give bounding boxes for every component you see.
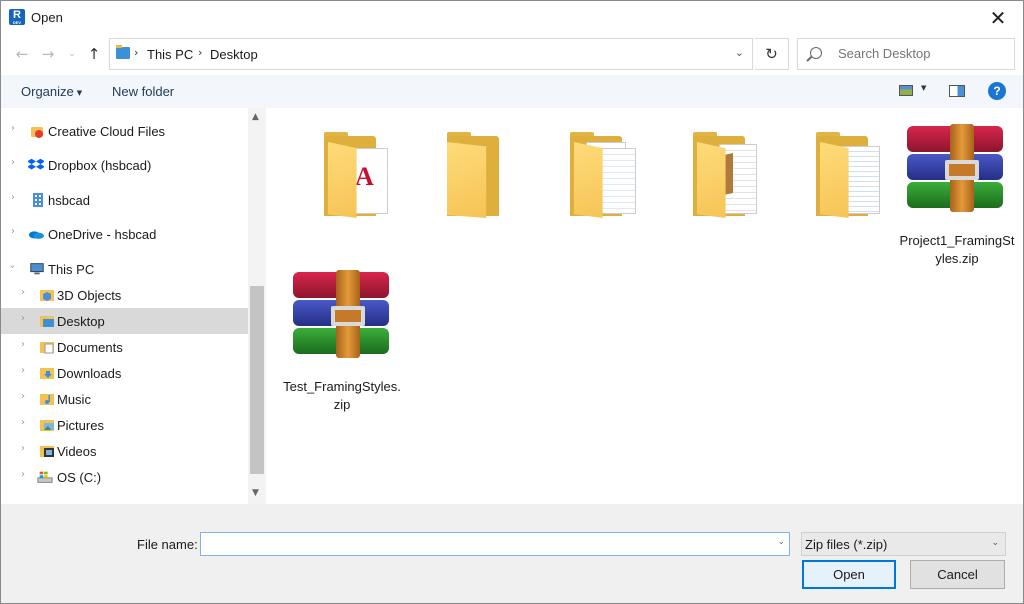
recent-locations-chevron-icon[interactable]: ⌄	[63, 44, 81, 64]
folder-item[interactable]: A	[289, 116, 407, 256]
tree-item-onedrive[interactable]: › OneDrive - hsbcad	[1, 221, 248, 247]
chevron-right-icon[interactable]: ›	[21, 443, 25, 454]
file-name-input[interactable]	[205, 536, 765, 552]
downloads-icon	[40, 368, 54, 379]
scroll-up-icon[interactable]: ▲	[252, 112, 259, 122]
address-bar[interactable]: › This PC › Desktop ⌄	[109, 38, 753, 70]
tree-item-desktop[interactable]: › Desktop	[1, 308, 248, 334]
nav-pane-scrollbar[interactable]: ▲ ▼	[248, 108, 266, 504]
tree-item-dropbox[interactable]: › Dropbox (hsbcad)	[1, 152, 248, 178]
chevron-right-icon[interactable]: ›	[21, 469, 25, 480]
music-icon	[40, 394, 54, 405]
drive-icon	[37, 471, 53, 483]
caret-down-icon: ▼	[76, 88, 83, 97]
videos-icon	[40, 446, 54, 457]
preview-pane-icon[interactable]	[949, 85, 965, 97]
window-title: Open	[31, 10, 63, 25]
building-icon	[33, 193, 43, 207]
open-file-dialog: R DEV Open ✕ ← → ⌄ ↑ › This PC › Desktop …	[0, 0, 1024, 604]
3d-objects-icon	[40, 290, 54, 301]
folder-icon	[429, 128, 513, 224]
refresh-button[interactable]: ↻	[755, 38, 789, 70]
open-button[interactable]: Open	[802, 560, 896, 589]
forward-arrow-icon[interactable]: →	[39, 44, 57, 64]
desktop-icon	[40, 316, 54, 327]
onedrive-icon	[28, 231, 44, 239]
dropbox-icon	[28, 158, 44, 170]
folder-item[interactable]	[658, 116, 776, 256]
scrollbar-thumb[interactable]	[250, 286, 264, 474]
chevron-down-icon[interactable]: ⌄	[735, 46, 744, 59]
folder-icon	[552, 128, 636, 224]
pictures-icon	[40, 420, 54, 431]
navigation-bar: ← → ⌄ ↑ › This PC › Desktop ⌄ ↻	[1, 35, 1023, 75]
chevron-down-icon[interactable]: ⌄	[777, 537, 785, 547]
organize-button[interactable]: Organize ▼	[21, 84, 82, 99]
refresh-icon: ↻	[765, 45, 778, 63]
folder-icon	[675, 128, 759, 224]
title-bar: R DEV Open ✕	[1, 1, 1023, 35]
folder-icon	[798, 128, 882, 224]
help-icon[interactable]: ?	[988, 82, 1006, 100]
documents-icon	[40, 342, 54, 354]
app-icon: R DEV	[9, 9, 25, 25]
zip-file-item[interactable]: Test_FramingStyles.zip	[283, 262, 401, 412]
tree-item-os-c[interactable]: › OS (C:)	[1, 464, 248, 490]
tree-item-hsbcad[interactable]: › hsbcad	[1, 187, 248, 213]
breadcrumb-desktop[interactable]: Desktop	[210, 47, 258, 62]
cancel-button[interactable]: Cancel	[910, 560, 1005, 589]
dialog-footer: File name: ⌄ Zip files (*.zip) ⌄ Open Ca…	[1, 504, 1023, 603]
chevron-right-icon[interactable]: ›	[11, 226, 15, 237]
command-bar: Organize ▼ New folder ▼ ?	[1, 75, 1023, 108]
back-arrow-icon[interactable]: ←	[13, 44, 31, 64]
folder-item[interactable]	[781, 116, 899, 256]
search-input[interactable]	[838, 46, 1008, 61]
chevron-down-icon: ⌄	[991, 538, 999, 548]
chevron-right-icon[interactable]: ›	[134, 46, 138, 59]
folder-item[interactable]	[535, 116, 653, 256]
chevron-right-icon[interactable]: ›	[21, 391, 25, 402]
tree-item-pictures[interactable]: › Pictures	[1, 412, 248, 438]
folder-icon: A	[306, 128, 390, 224]
chevron-right-icon[interactable]: ›	[21, 287, 25, 298]
file-type-select[interactable]: Zip files (*.zip) ⌄	[801, 532, 1006, 556]
chevron-right-icon[interactable]: ›	[11, 192, 15, 203]
chevron-right-icon[interactable]: ›	[198, 46, 202, 59]
caret-down-icon[interactable]: ▼	[921, 84, 926, 92]
file-list: A Project1_FramingStyles.zip Test_Framin…	[266, 108, 1023, 504]
folder-item[interactable]	[412, 116, 530, 256]
tree-item-videos[interactable]: › Videos	[1, 438, 248, 464]
scroll-down-icon[interactable]: ▼	[252, 488, 259, 498]
search-box[interactable]	[797, 38, 1015, 70]
zip-file-item[interactable]: Project1_FramingStyles.zip	[897, 116, 1015, 266]
chevron-down-icon[interactable]: ›	[7, 265, 18, 269]
chevron-right-icon[interactable]: ›	[21, 313, 25, 324]
breadcrumb-this-pc[interactable]: This PC	[147, 47, 193, 62]
file-name-label: File name:	[137, 537, 198, 552]
chevron-right-icon[interactable]: ›	[11, 157, 15, 168]
chevron-right-icon[interactable]: ›	[21, 365, 25, 376]
tree-item-creative-cloud[interactable]: › Creative Cloud Files	[1, 118, 248, 144]
chevron-right-icon[interactable]: ›	[21, 417, 25, 428]
tree-item-music[interactable]: › Music	[1, 386, 248, 412]
tree-item-this-pc[interactable]: › This PC	[1, 256, 248, 282]
computer-icon	[30, 263, 44, 275]
chevron-right-icon[interactable]: ›	[21, 339, 25, 350]
close-icon[interactable]: ✕	[985, 5, 1011, 31]
up-arrow-icon[interactable]: ↑	[85, 44, 103, 64]
tree-item-documents[interactable]: › Documents	[1, 334, 248, 360]
new-folder-button[interactable]: New folder	[112, 84, 174, 99]
creative-cloud-icon	[31, 127, 43, 138]
search-icon	[810, 47, 822, 59]
zip-archive-icon	[901, 124, 1011, 220]
change-view-icon[interactable]	[899, 85, 913, 96]
folder-icon	[116, 45, 130, 59]
chevron-right-icon[interactable]: ›	[11, 123, 15, 134]
tree-item-downloads[interactable]: › Downloads	[1, 360, 248, 386]
tree-item-3d-objects[interactable]: › 3D Objects	[1, 282, 248, 308]
file-name-combobox[interactable]: ⌄	[200, 532, 790, 556]
navigation-pane: › Creative Cloud Files › Dropbox (hsbcad…	[1, 108, 266, 504]
zip-archive-icon	[287, 270, 397, 366]
